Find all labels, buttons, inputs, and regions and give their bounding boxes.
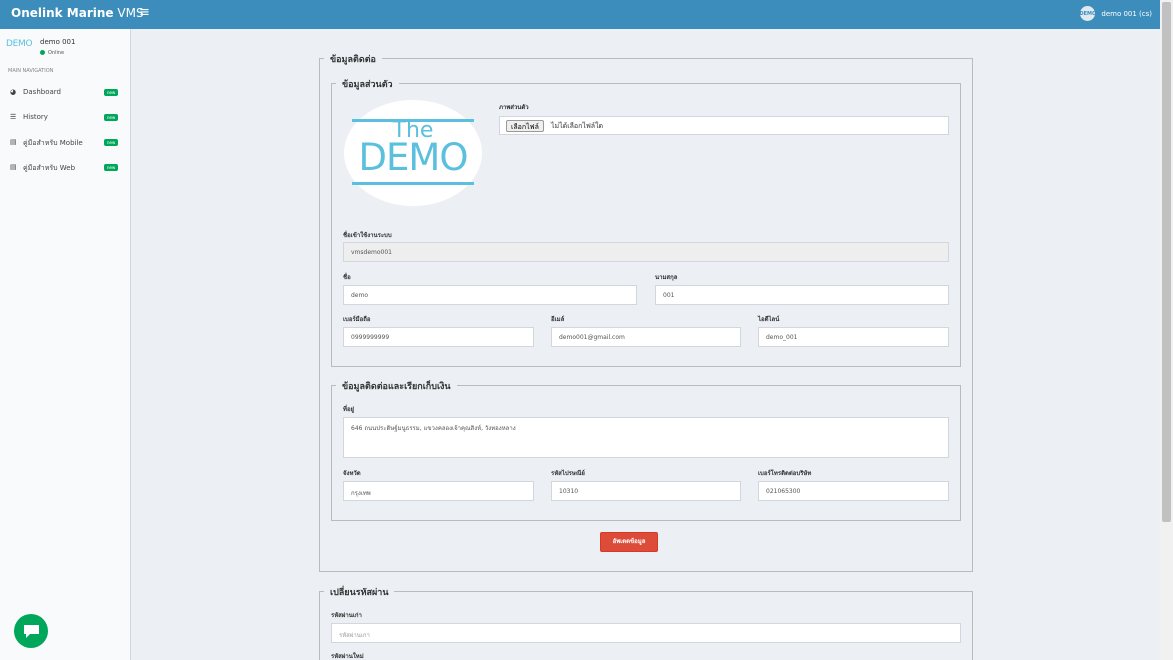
scrollbar-thumb[interactable] <box>1162 2 1171 522</box>
email-label: อีเมล์ <box>551 316 565 323</box>
new-badge: new <box>104 139 119 146</box>
hamburger-icon[interactable]: ≡ <box>139 5 150 20</box>
first-name-label: ชื่อ <box>343 274 351 281</box>
nav-header: MAIN NAVIGATION <box>8 68 54 74</box>
sidebar-item-history[interactable]: ☰ History new <box>0 108 130 128</box>
sidebar-item-label: History <box>23 113 48 121</box>
sidebar-item-label: Dashboard <box>23 88 61 96</box>
profile-photo: The DEMO <box>344 100 482 206</box>
last-name-field[interactable]: 001 <box>655 285 949 305</box>
user-avatar: DEMO <box>1079 6 1096 21</box>
change-password-legend: เปลี่ยนรหัสผ่าน <box>324 585 395 599</box>
old-password-label: รหัสผ่านเก่า <box>331 612 362 619</box>
top-header: Onelink Marine VMS ≡ DEMO demo 001 (cs) <box>0 0 1160 29</box>
book-icon: ▤ <box>10 138 17 146</box>
username-field: vmsdemo001 <box>343 242 949 262</box>
province-field[interactable]: กรุงเทพ <box>343 481 534 501</box>
choose-file-button[interactable]: เลือกไฟล์ <box>506 120 544 132</box>
new-badge: new <box>104 114 119 121</box>
user-status: Online <box>40 50 64 56</box>
address-textarea[interactable]: 646 ถนนประดิษฐ์มนูธรรม, แขวงคลองเจ้าคุณส… <box>343 417 949 458</box>
province-label: จังหวัด <box>343 470 361 477</box>
last-name-label: นามสกุล <box>655 274 678 281</box>
line-id-field[interactable]: demo_001 <box>758 327 949 347</box>
status-label: Online <box>48 50 65 56</box>
sidebar-item-mobile-manual[interactable]: ▤ คู่มือสำหรับ Mobile new <box>0 133 130 153</box>
personal-info-legend: ข้อมูลส่วนตัว <box>336 77 399 91</box>
sidebar-item-label: คู่มือสำหรับ Mobile <box>23 139 83 147</box>
company-phone-field[interactable]: 021065300 <box>758 481 949 501</box>
email-field[interactable]: demo001@gmail.com <box>551 327 741 347</box>
new-badge: new <box>104 164 119 171</box>
photo-file-input[interactable]: เลือกไฟล์ ไม่ได้เลือกไฟล์ใด <box>499 116 949 135</box>
mobile-field[interactable]: 0999999999 <box>343 327 534 347</box>
dashboard-icon: ◕ <box>10 88 17 96</box>
address-label: ที่อยู่ <box>343 406 355 413</box>
online-status-icon <box>40 50 45 55</box>
sidebar-item-web-manual[interactable]: ▤ คู่มือสำหรับ Web new <box>0 158 130 178</box>
billing-info-legend: ข้อมูลติดต่อและเรียกเก็บเงิน <box>336 379 457 393</box>
file-status: ไม่ได้เลือกไฟล์ใด <box>551 122 604 130</box>
postcode-field[interactable]: 10310 <box>551 481 741 501</box>
profile-logo-bottom: DEMO <box>358 136 469 179</box>
old-password-field[interactable]: รหัสผ่านเกา <box>331 623 961 643</box>
book-icon: ▤ <box>10 163 17 171</box>
brand-logo[interactable]: Onelink Marine VMS <box>11 6 144 20</box>
sidebar: DEMO demo 001 Online MAIN NAVIGATION ◕ D… <box>0 29 131 660</box>
sidebar-item-dashboard[interactable]: ◕ Dashboard new <box>0 83 130 103</box>
chat-button[interactable] <box>14 614 48 648</box>
sidebar-user-name: demo 001 <box>40 38 76 46</box>
username-label: ชื่อเข้าใช้งานระบบ <box>343 232 392 239</box>
line-id-label: ไอดีไลน์ <box>758 316 780 323</box>
update-info-button[interactable]: อัพเดตข้อมูล <box>600 532 658 552</box>
new-badge: new <box>104 89 119 96</box>
brand-name: Onelink Marine <box>11 6 114 20</box>
sidebar-item-label: คู่มือสำหรับ Web <box>23 164 76 172</box>
first-name-field[interactable]: demo <box>343 285 637 305</box>
postcode-label: รหัสไปรษณีย์ <box>551 470 585 477</box>
user-menu[interactable]: DEMO demo 001 (cs) <box>1079 6 1152 21</box>
chat-icon <box>23 624 39 638</box>
company-phone-label: เบอร์โทรติดต่อบริษัท <box>758 470 812 477</box>
contact-info-legend: ข้อมูลติดต่อ <box>324 52 382 66</box>
user-menu-name: demo 001 (cs) <box>1101 9 1152 18</box>
sidebar-avatar: DEMO <box>6 39 33 49</box>
new-password-label: รหัสผ่านใหม่ <box>331 653 364 660</box>
logo-stripe <box>352 182 474 185</box>
page-scrollbar[interactable] <box>1160 0 1173 660</box>
history-icon: ☰ <box>10 113 17 121</box>
mobile-label: เบอร์มือถือ <box>343 316 371 323</box>
photo-label: ภาพส่วนตัว <box>499 104 529 111</box>
